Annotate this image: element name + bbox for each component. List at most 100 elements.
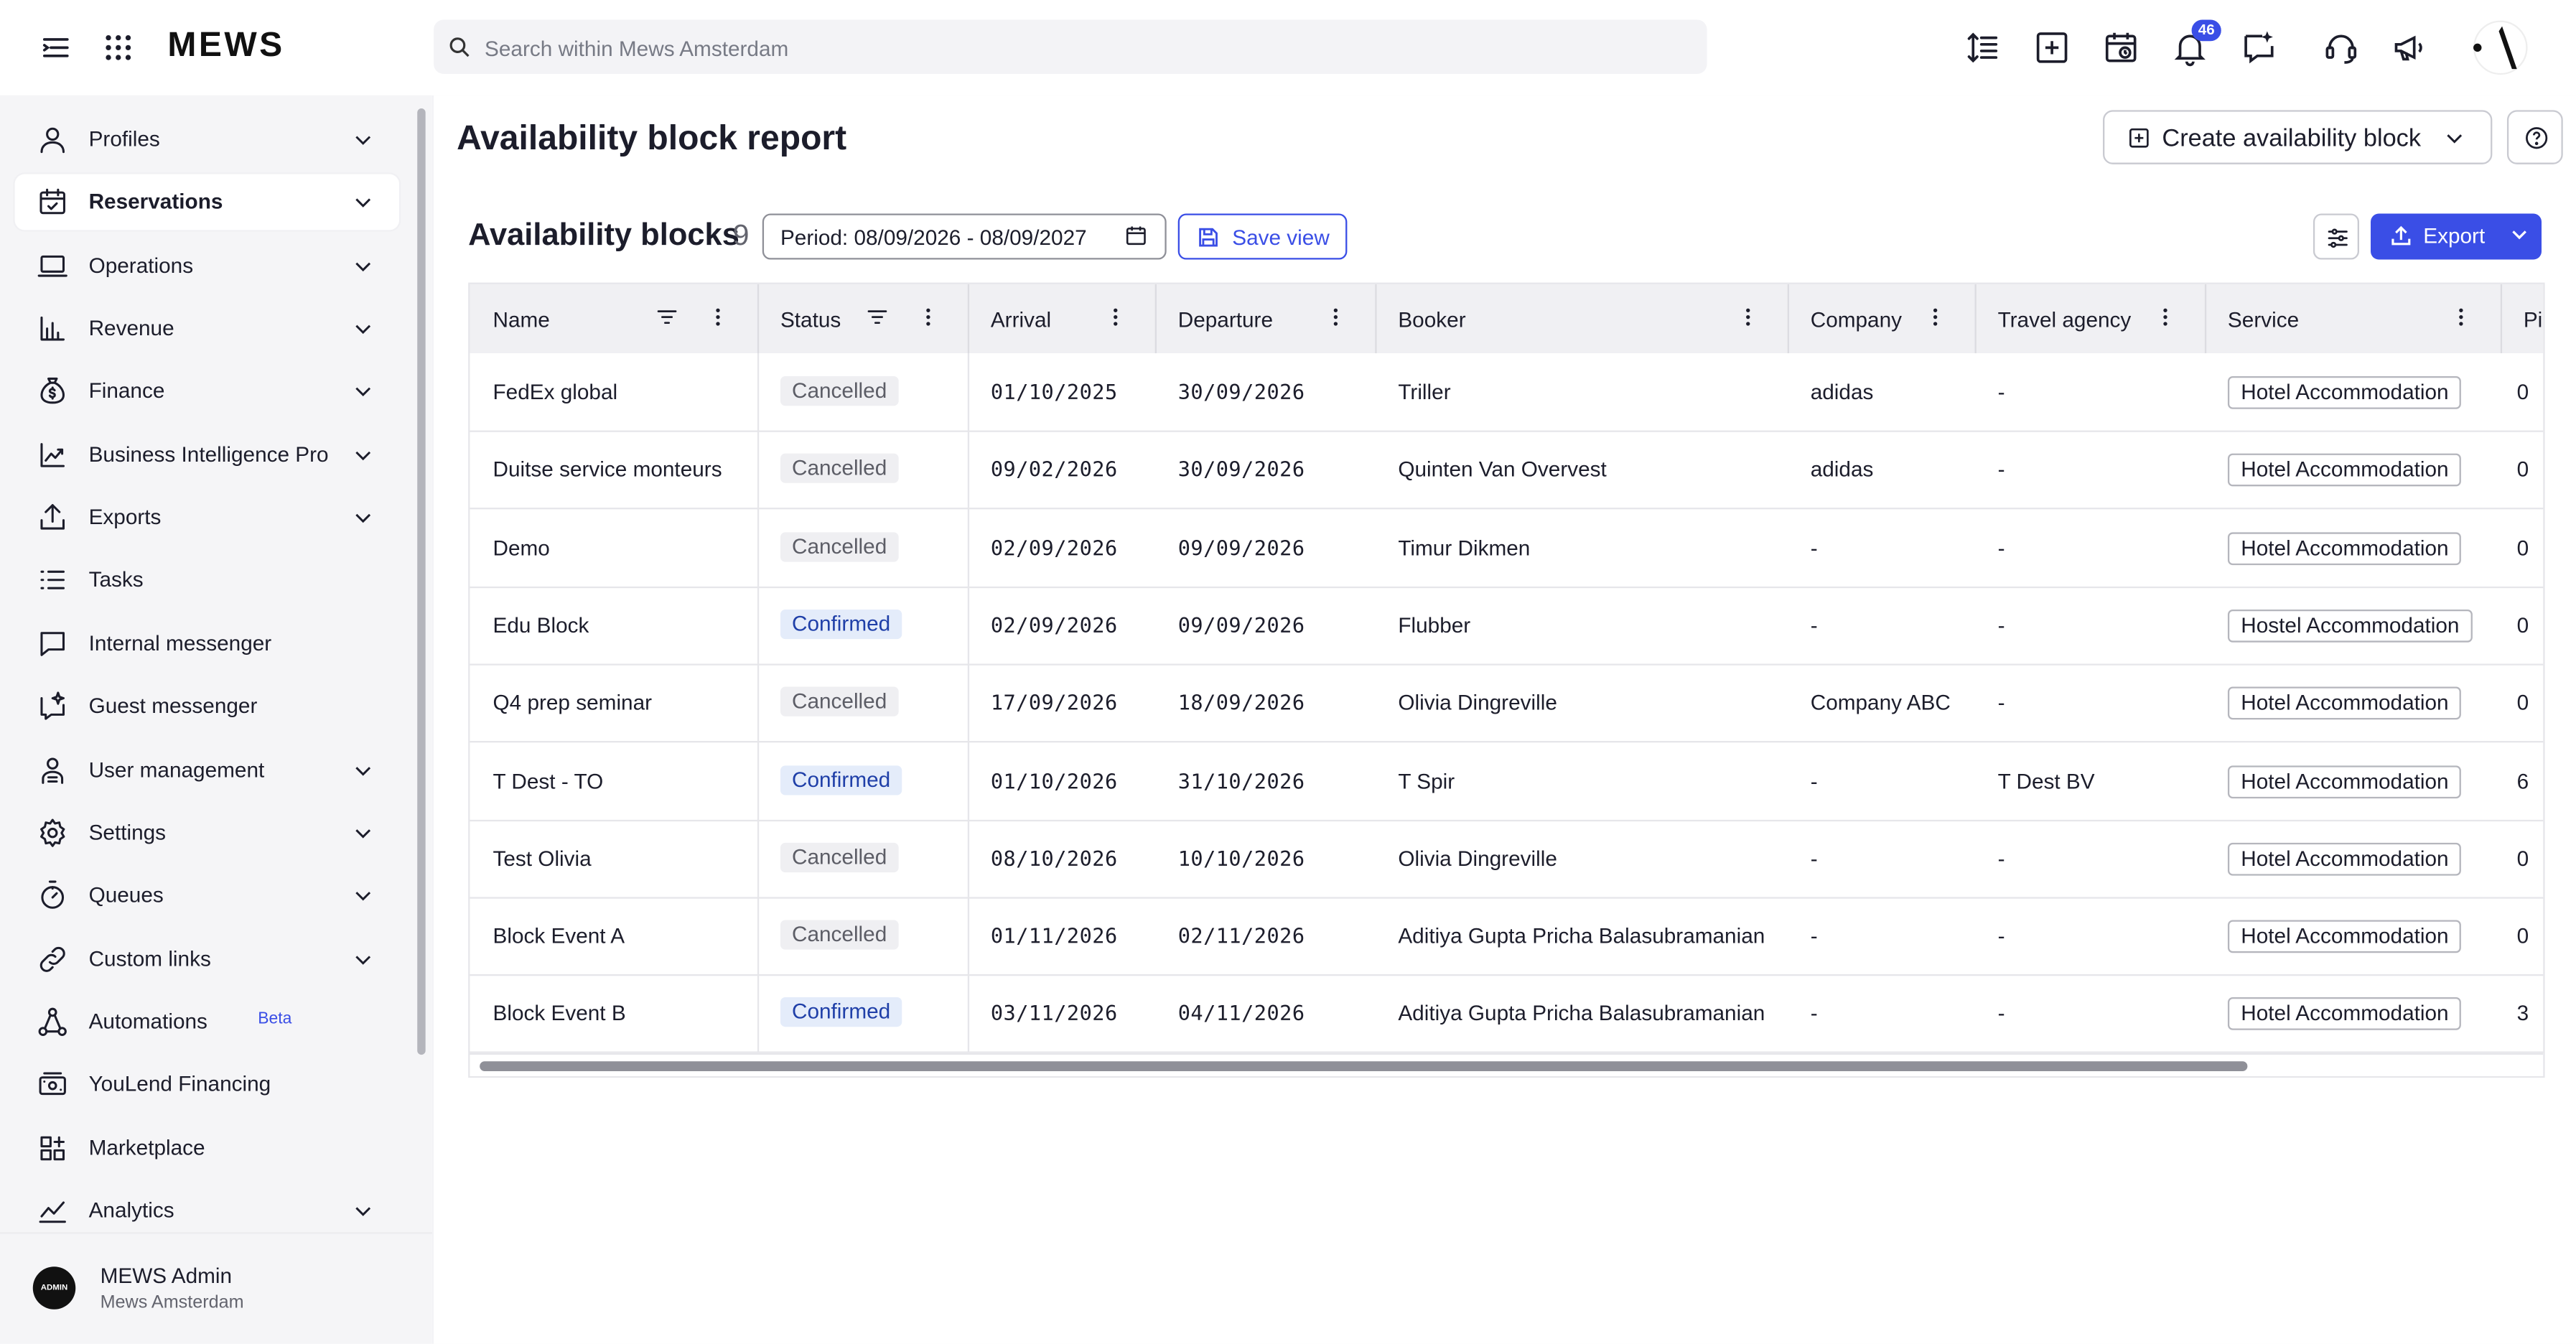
column-header-booker[interactable]: Booker <box>1375 284 1789 353</box>
table-row[interactable]: Block Event A Cancelled 01/11/2026 02/11/20… <box>470 897 2544 976</box>
sidebar-item-user-management[interactable]: User management <box>15 742 399 798</box>
table-row[interactable]: Duitse service monteurs Cancelled 09/02/20… <box>470 431 2544 510</box>
chevron-down-icon[interactable] <box>352 317 375 340</box>
chevron-down-icon[interactable] <box>352 191 375 214</box>
cell-agency: T Dest BV <box>1975 742 2205 819</box>
help-button[interactable] <box>2506 110 2563 164</box>
sidebar-item-reservations[interactable]: Reservations <box>14 174 400 231</box>
sidebar-item-business-intelligence-pro[interactable]: Business Intelligence Pro <box>15 426 399 482</box>
export-button[interactable]: Export <box>2371 213 2542 260</box>
table-settings-button[interactable] <box>2313 213 2359 260</box>
chevron-down-icon[interactable] <box>352 128 375 151</box>
sidebar-item-label: Finance <box>88 378 165 403</box>
sort-lines-icon[interactable] <box>1964 28 2003 67</box>
horizontal-scroll-track[interactable] <box>470 1053 2544 1076</box>
cell-booker: Timur Dikmen <box>1375 508 1787 586</box>
chevron-down-icon[interactable] <box>352 254 375 277</box>
column-header-arrival[interactable]: Arrival <box>968 284 1157 353</box>
service-tag: Hotel Accommodation <box>2227 920 2462 953</box>
chevron-down-icon[interactable] <box>352 947 375 970</box>
sidebar-item-marketplace[interactable]: Marketplace <box>15 1120 399 1176</box>
create-availability-block-button[interactable]: Create availability block <box>2103 110 2493 164</box>
column-header-name[interactable]: Name <box>470 284 760 353</box>
chevron-down-icon[interactable] <box>352 1199 375 1222</box>
filter-icon[interactable] <box>655 306 678 329</box>
beta-badge: Beta <box>258 1010 292 1029</box>
filter-icon[interactable] <box>866 306 889 329</box>
column-menu-icon[interactable] <box>1324 306 1347 329</box>
global-search[interactable] <box>434 19 1707 78</box>
chevron-down-icon[interactable] <box>352 885 375 907</box>
sidebar-item-exports[interactable]: Exports <box>15 490 399 546</box>
pi-value: 0 <box>2516 923 2529 948</box>
column-menu-icon[interactable] <box>1104 306 1127 329</box>
chevron-down-icon[interactable] <box>352 443 375 466</box>
chevron-down-icon[interactable] <box>352 380 375 403</box>
table-row[interactable]: FedEx global Cancelled 01/10/2025 30/09/202… <box>470 353 2544 432</box>
column-header-departure[interactable]: Departure <box>1155 284 1377 353</box>
table-row[interactable]: Q4 prep seminar Cancelled 17/09/2026 18/09/… <box>470 664 2544 743</box>
ai-chat-icon[interactable] <box>2239 28 2279 67</box>
column-header-pi[interactable]: Pi <box>2501 284 2543 353</box>
sidebar-item-guest-messenger[interactable]: Guest messenger <box>15 678 399 734</box>
apps-grid-icon[interactable] <box>98 28 138 67</box>
support-headset-icon[interactable] <box>2321 28 2361 67</box>
sidebar-item-internal-messenger[interactable]: Internal messenger <box>15 616 399 672</box>
departure-value: 10/10/2026 <box>1177 846 1305 871</box>
sidebar-item-revenue[interactable]: Revenue <box>15 301 399 357</box>
sidebar-item-profiles[interactable]: Profiles <box>15 112 399 168</box>
sidebar-item-custom-links[interactable]: Custom links <box>15 930 399 986</box>
table-row[interactable]: T Dest - TO Confirmed 01/10/2026 31/10/2026… <box>470 742 2544 821</box>
column-menu-icon[interactable] <box>2154 306 2177 329</box>
table-row[interactable]: Block Event B Confirmed 03/11/2026 04/11/20… <box>470 975 2544 1054</box>
add-square-icon[interactable] <box>2033 28 2072 67</box>
period-filter-button[interactable]: Period: 08/09/2026 - 08/09/2027 <box>762 213 1167 260</box>
user-menu[interactable]: ADMIN MEWS Admin Mews Amsterdam <box>0 1232 432 1344</box>
column-menu-icon[interactable] <box>2450 306 2473 329</box>
sidebar-item-automations[interactable]: Automations Beta <box>15 994 399 1050</box>
search-input[interactable] <box>481 19 1671 78</box>
column-header-company[interactable]: Company <box>1788 284 1977 353</box>
horizontal-scrollbar[interactable] <box>480 1061 2248 1071</box>
name-value: Block Event A <box>493 923 625 948</box>
chevron-down-icon[interactable] <box>352 821 375 844</box>
table-row[interactable]: Test Olivia Cancelled 08/10/2026 10/10/2026… <box>470 819 2544 899</box>
column-header-service[interactable]: Service <box>2205 284 2503 353</box>
column-header-label: Name <box>493 307 550 332</box>
chevron-down-icon[interactable] <box>352 758 375 781</box>
booker-value: Triller <box>1398 379 1451 404</box>
save-view-label: Save view <box>1232 225 1330 250</box>
calendar-clock-icon[interactable] <box>2101 28 2141 67</box>
announcements-megaphone-icon[interactable] <box>2390 28 2430 67</box>
company-value: Company ABC <box>1810 690 1951 715</box>
sidebar-item-analytics[interactable]: Analytics <box>15 1182 399 1238</box>
sidebar-item-youlend-financing[interactable]: YouLend Financing <box>15 1057 399 1113</box>
sidebar-item-finance[interactable]: Finance <box>15 364 399 420</box>
sidebar-scrollbar[interactable] <box>417 108 426 1055</box>
service-tag: Hotel Accommodation <box>2227 765 2462 798</box>
sidebar-item-operations[interactable]: Operations <box>15 238 399 294</box>
mews-logo[interactable]: MEWS <box>167 27 284 66</box>
sidebar-item-queues[interactable]: Queues <box>15 868 399 924</box>
column-menu-icon[interactable] <box>1737 306 1760 329</box>
company-value: adidas <box>1810 379 1874 404</box>
chevron-down-icon[interactable] <box>352 506 375 529</box>
column-header-status[interactable]: Status <box>757 284 970 353</box>
save-view-button[interactable]: Save view <box>1177 213 1348 260</box>
line-chart-icon <box>36 1194 69 1227</box>
agency-value: - <box>1997 535 2005 560</box>
table-row[interactable]: Edu Block Confirmed 02/09/2026 09/09/2026 Fl… <box>470 587 2544 666</box>
table-row[interactable]: Demo Cancelled 02/09/2026 09/09/2026 Timur D… <box>470 508 2544 588</box>
column-menu-icon[interactable] <box>917 306 940 329</box>
sidebar-item-label: Operations <box>88 252 194 278</box>
cell-service: Hotel Accommodation <box>2205 431 2501 508</box>
agency-value: - <box>1997 612 2005 638</box>
column-menu-icon[interactable] <box>1924 306 1947 329</box>
collapse-menu-icon[interactable] <box>36 28 75 67</box>
sidebar-item-settings[interactable]: Settings <box>15 805 399 861</box>
user-avatar-top[interactable] <box>2471 19 2530 75</box>
column-header-agency[interactable]: Travel agency <box>1975 284 2207 353</box>
sidebar-item-tasks[interactable]: Tasks <box>15 553 399 609</box>
column-menu-icon[interactable] <box>706 306 729 329</box>
status-badge: Cancelled <box>780 454 899 484</box>
